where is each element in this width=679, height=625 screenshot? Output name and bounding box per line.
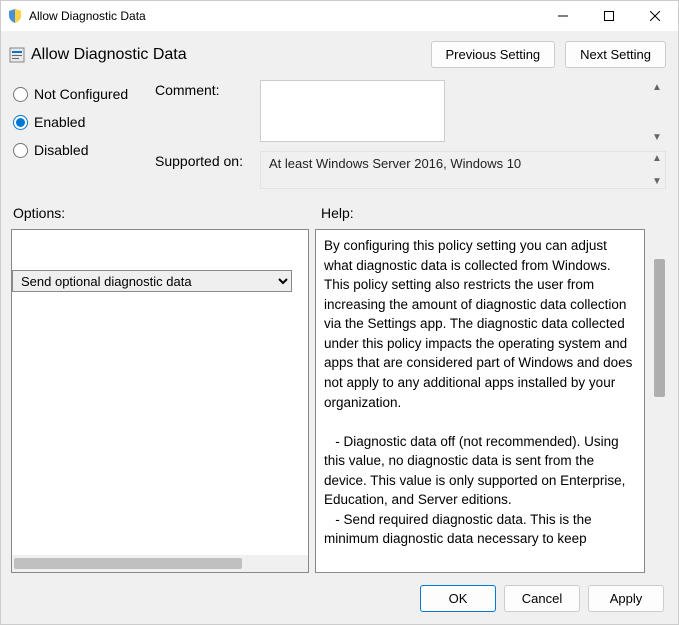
maximize-button[interactable] (586, 1, 632, 31)
radio-enabled[interactable]: Enabled (13, 114, 143, 130)
radio-disabled-input[interactable] (13, 143, 28, 158)
scrollbar-thumb[interactable] (654, 259, 665, 397)
radio-not-configured-label: Not Configured (34, 86, 128, 102)
options-label: Options: (13, 205, 313, 221)
comment-scrollbar[interactable]: ▲ ▼ (649, 82, 665, 143)
radio-enabled-label: Enabled (34, 114, 85, 130)
scroll-up-icon: ▲ (649, 82, 665, 93)
policy-title: Allow Diagnostic Data (31, 46, 431, 64)
window-title: Allow Diagnostic Data (29, 9, 540, 23)
help-panel: By configuring this policy setting you c… (315, 229, 645, 573)
ok-button[interactable]: OK (420, 585, 496, 612)
comment-textarea[interactable] (260, 80, 445, 142)
radio-group: Not Configured Enabled Disabled (13, 80, 143, 189)
cancel-button[interactable]: Cancel (504, 585, 580, 612)
radio-disabled[interactable]: Disabled (13, 142, 143, 158)
next-setting-button[interactable]: Next Setting (565, 41, 666, 68)
scroll-down-icon: ▼ (649, 176, 665, 187)
panels-row: Send optional diagnostic data By configu… (1, 225, 678, 577)
supported-scrollbar: ▲ ▼ (649, 153, 665, 187)
options-select[interactable]: Send optional diagnostic data (12, 270, 292, 292)
help-vertical-scrollbar[interactable] (651, 229, 668, 573)
help-label: Help: (313, 205, 666, 221)
scroll-down-icon: ▼ (649, 132, 665, 143)
help-text: By configuring this policy setting you c… (316, 230, 644, 572)
window-controls (540, 1, 678, 31)
previous-setting-button[interactable]: Previous Setting (431, 41, 556, 68)
close-button[interactable] (632, 1, 678, 31)
options-panel: Send optional diagnostic data (11, 229, 309, 573)
options-horizontal-scrollbar[interactable] (12, 555, 308, 572)
scrollbar-thumb[interactable] (14, 558, 242, 569)
radio-not-configured[interactable]: Not Configured (13, 86, 143, 102)
config-area: Not Configured Enabled Disabled Comment:… (1, 74, 678, 193)
comment-label: Comment: (155, 80, 250, 98)
title-bar: Allow Diagnostic Data (1, 1, 678, 31)
dialog-window: Allow Diagnostic Data Allow Diagnostic D… (0, 0, 679, 625)
scroll-up-icon: ▲ (649, 153, 665, 164)
radio-not-configured-input[interactable] (13, 87, 28, 102)
supported-on-label: Supported on: (155, 151, 250, 169)
apply-button[interactable]: Apply (588, 585, 664, 612)
radio-enabled-input[interactable] (13, 115, 28, 130)
supported-on-value: At least Windows Server 2016, Windows 10 (260, 151, 666, 189)
dialog-footer: OK Cancel Apply (1, 577, 678, 624)
policy-icon (9, 47, 25, 63)
radio-disabled-label: Disabled (34, 142, 88, 158)
panel-labels: Options: Help: (1, 193, 678, 225)
app-icon (7, 8, 23, 24)
minimize-button[interactable] (540, 1, 586, 31)
dialog-header: Allow Diagnostic Data Previous Setting N… (1, 31, 678, 74)
